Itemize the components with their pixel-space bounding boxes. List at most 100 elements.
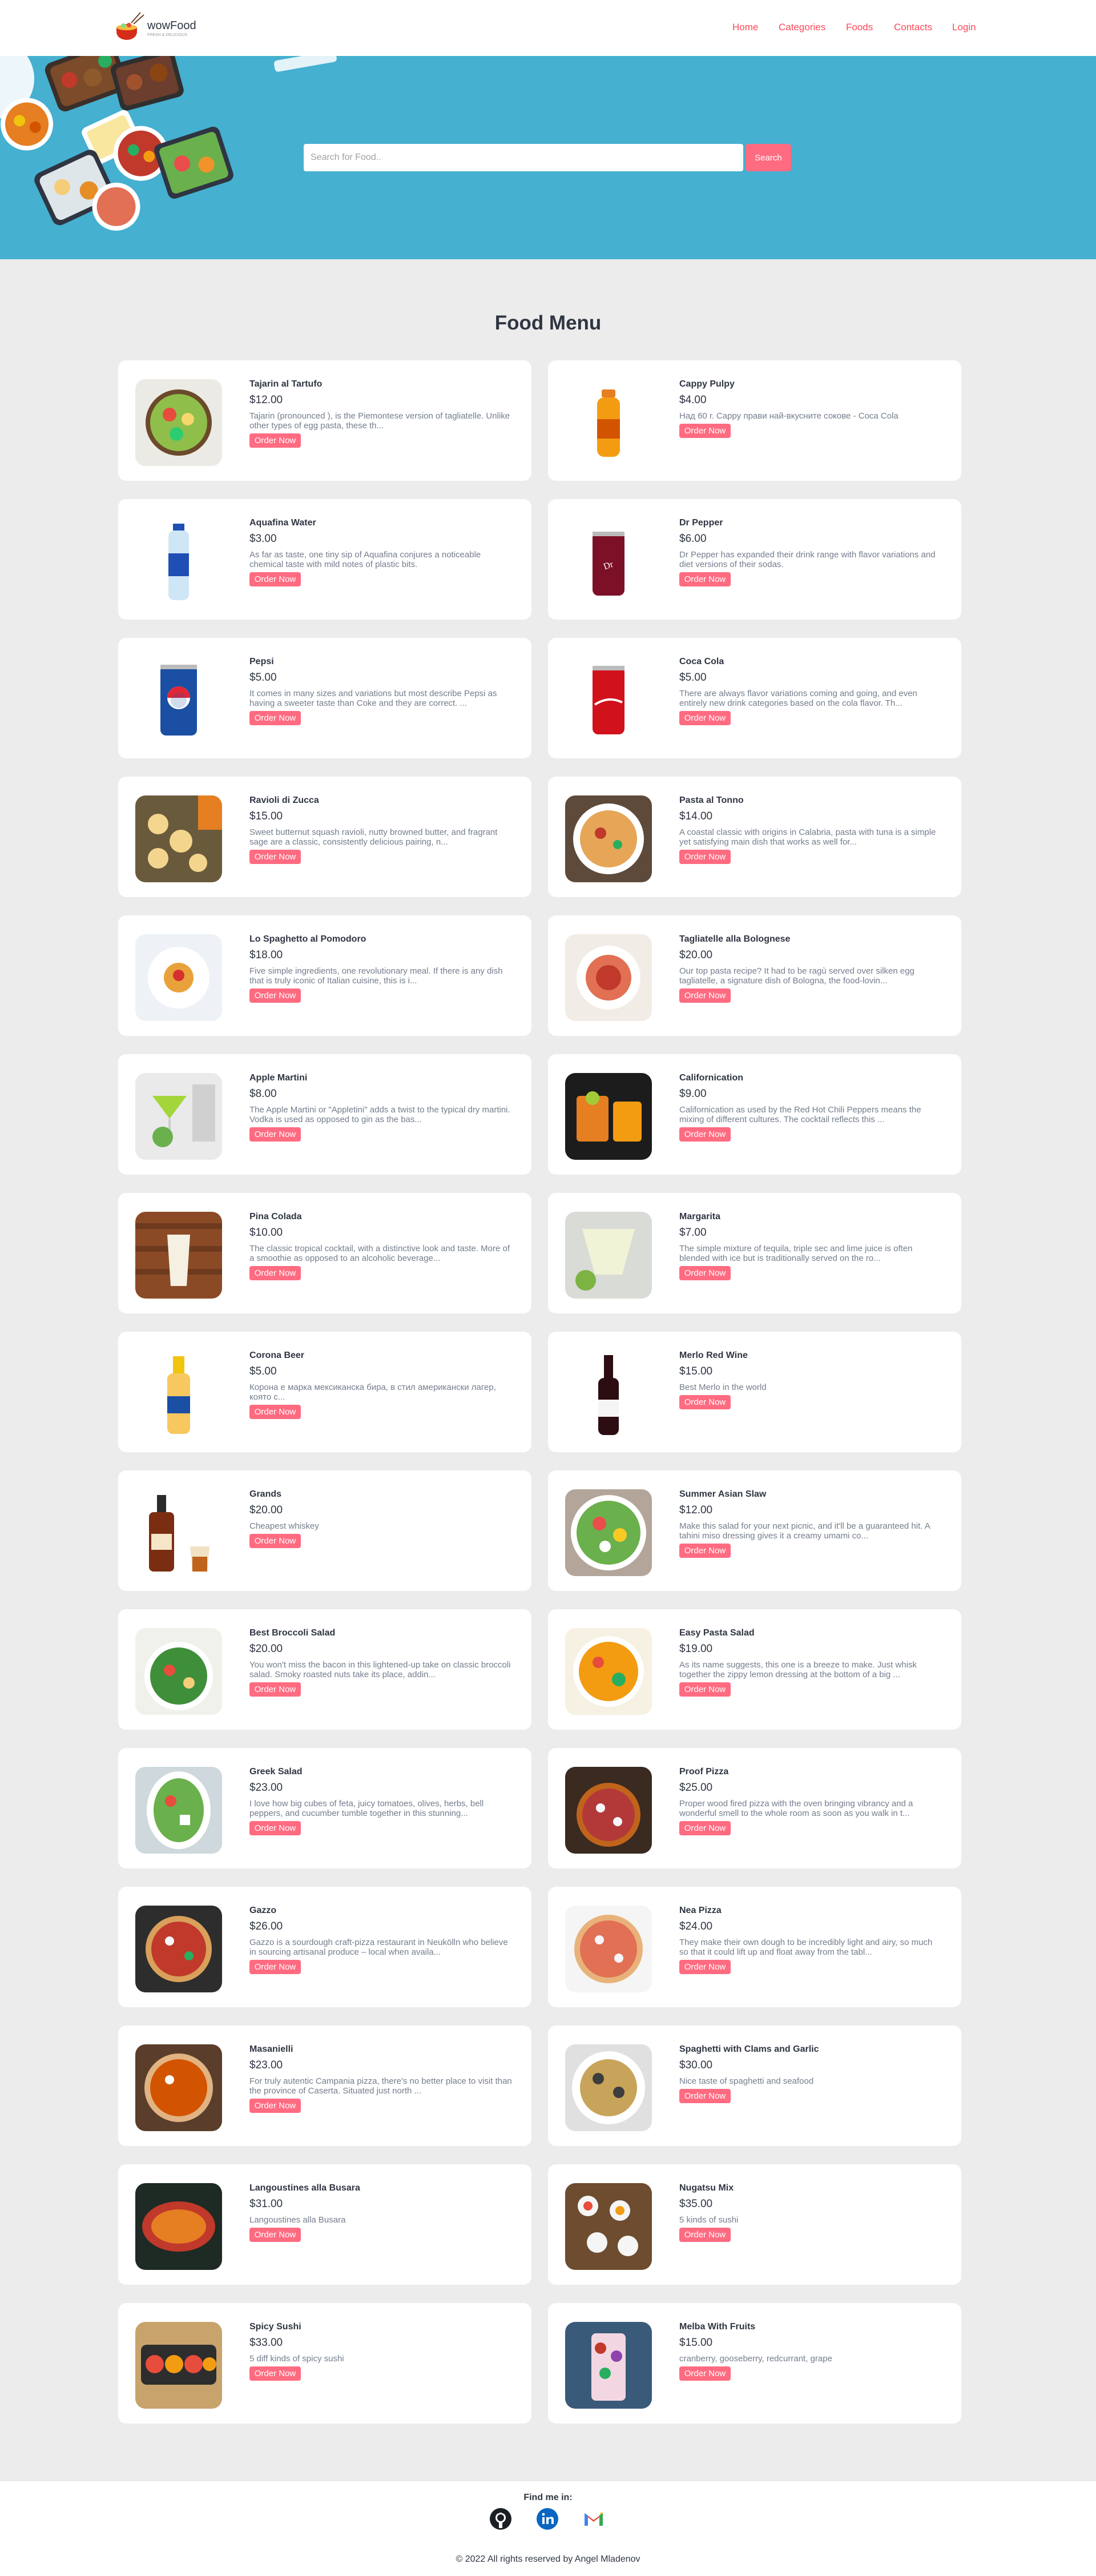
food-description: The simple mixture of tequila, triple se… xyxy=(679,1244,913,1263)
food-description: It comes in many sizes and variations bu… xyxy=(249,689,497,708)
order-now-button[interactable]: Order Now xyxy=(679,1395,731,1409)
food-name: Cappy Pulpy xyxy=(679,379,735,389)
order-now-button[interactable]: Order Now xyxy=(249,1682,301,1697)
food-name: Langoustines alla Busara xyxy=(249,2183,360,2193)
food-name: Margarita xyxy=(679,1212,721,1221)
food-description: The classic tropical cocktail, with a di… xyxy=(249,1244,510,1263)
food-price: $3.00 xyxy=(249,533,277,545)
github-icon[interactable] xyxy=(489,2507,512,2530)
order-now-button[interactable]: Order Now xyxy=(679,1960,731,1974)
order-now-button[interactable]: Order Now xyxy=(679,1821,731,1835)
order-now-button[interactable]: Order Now xyxy=(249,1534,301,1548)
food-name: Lo Spaghetto al Pomodoro xyxy=(249,934,366,944)
masanielli-pizza-image xyxy=(135,2044,222,2131)
food-price: $23.00 xyxy=(249,2059,283,2071)
order-now-button[interactable]: Order Now xyxy=(679,850,731,864)
food-name: Dr Pepper xyxy=(679,518,723,528)
nav-contacts[interactable]: Contacts xyxy=(894,22,932,33)
margarita-image xyxy=(565,1212,652,1299)
food-description: Make this salad for your next picnic, an… xyxy=(679,1521,930,1541)
order-now-button[interactable]: Order Now xyxy=(249,433,301,448)
food-name: Apple Martini xyxy=(249,1073,308,1083)
food-card: Nea Pizza $24.00 They make their own dough… xyxy=(548,1887,961,2007)
food-card: Californication $9.00 Californication as u… xyxy=(548,1054,961,1175)
orange-juice-bottle-image xyxy=(565,379,652,466)
salad-bowl-image xyxy=(135,379,222,466)
pina-colada-image xyxy=(135,1212,222,1299)
order-now-button[interactable]: Order Now xyxy=(679,1266,731,1280)
food-card: Tagliatelle alla Bolognese $20.00 Our top … xyxy=(548,915,961,1036)
order-now-button[interactable]: Order Now xyxy=(679,711,731,725)
order-now-button[interactable]: Order Now xyxy=(249,1266,301,1280)
food-price: $12.00 xyxy=(679,1504,713,1516)
gmail-icon[interactable] xyxy=(582,2507,605,2530)
gazzo-pizza-image xyxy=(135,1906,222,1992)
order-now-button[interactable]: Order Now xyxy=(679,1682,731,1697)
order-now-button[interactable]: Order Now xyxy=(679,424,731,438)
food-card: Spicy Sushi $33.00 5 diff kinds of spicy s… xyxy=(118,2303,531,2424)
food-card: Dr Dr Pepper $6.00 Dr Pepper has expanded t… xyxy=(548,499,961,620)
food-name: Aquafina Water xyxy=(249,518,316,528)
food-description: Gazzo is a sourdough craft-pizza restaur… xyxy=(249,1938,508,1957)
food-description: The Apple Martini or "Appletini" adds a … xyxy=(249,1105,510,1124)
red-wine-bottle-image xyxy=(565,1351,652,1437)
food-price: $24.00 xyxy=(679,1920,713,1932)
order-now-button[interactable]: Order Now xyxy=(249,850,301,864)
food-price: $5.00 xyxy=(249,1365,277,1377)
order-now-button[interactable]: Order Now xyxy=(249,572,301,586)
food-name: Gazzo xyxy=(249,1906,277,1915)
food-price: $35.00 xyxy=(679,2198,713,2210)
food-card: Masanielli $23.00 For truly autentic Campa… xyxy=(118,2026,531,2146)
order-now-button[interactable]: Order Now xyxy=(679,2366,731,2381)
food-containers-image xyxy=(0,56,337,231)
search-input[interactable] xyxy=(304,144,743,171)
corona-beer-image xyxy=(135,1351,222,1437)
broccoli-salad-image xyxy=(135,1628,222,1715)
nav-login[interactable]: Login xyxy=(952,22,976,33)
nav-foods[interactable]: Foods xyxy=(846,22,873,33)
menu-title: Food Menu xyxy=(494,312,602,334)
order-now-button[interactable]: Order Now xyxy=(679,1127,731,1142)
pepsi-can-image xyxy=(135,657,222,744)
order-now-button[interactable]: Order Now xyxy=(249,1960,301,1974)
proof-pizza-image xyxy=(565,1767,652,1854)
food-name: Spicy Sushi xyxy=(249,2322,301,2332)
food-name: Masanielli xyxy=(249,2044,293,2054)
search-button[interactable]: Search xyxy=(746,144,791,171)
brand-name: wowFood xyxy=(147,19,196,32)
order-now-button[interactable]: Order Now xyxy=(679,572,731,586)
order-now-button[interactable]: Order Now xyxy=(249,988,301,1003)
order-now-button[interactable]: Order Now xyxy=(249,711,301,725)
whiskey-bottle-image xyxy=(135,1489,222,1576)
food-name: Melba With Fruits xyxy=(679,2322,756,2332)
food-description: I love how big cubes of feta, juicy toma… xyxy=(249,1799,484,1818)
order-now-button[interactable]: Order Now xyxy=(679,2228,731,2242)
order-now-button[interactable]: Order Now xyxy=(249,2366,301,2381)
order-now-button[interactable]: Order Now xyxy=(679,1544,731,1558)
food-name: Tagliatelle alla Bolognese xyxy=(679,934,791,944)
food-card: Merlo Red Wine $15.00 Best Merlo in the wo… xyxy=(548,1332,961,1452)
greek-salad-image xyxy=(135,1767,222,1854)
food-card: Proof Pizza $25.00 Proper wood fired pizza… xyxy=(548,1748,961,1868)
nav-categories[interactable]: Categories xyxy=(779,22,825,33)
nav-home[interactable]: Home xyxy=(732,22,758,33)
order-now-button[interactable]: Order Now xyxy=(249,1821,301,1835)
food-price: $30.00 xyxy=(679,2059,713,2071)
order-now-button[interactable]: Order Now xyxy=(249,2099,301,2113)
food-description: As its name suggests, this one is a bree… xyxy=(679,1660,917,1679)
food-card: Margarita $7.00 The simple mixture of tequ… xyxy=(548,1193,961,1313)
logo[interactable] xyxy=(112,10,148,46)
food-card: Corona Beer $5.00 Корона е марка мексиканс… xyxy=(118,1332,531,1452)
food-description: They make their own dough to be incredib… xyxy=(679,1938,933,1957)
order-now-button[interactable]: Order Now xyxy=(249,2228,301,2242)
food-name: Corona Beer xyxy=(249,1351,305,1360)
food-description: Sweet butternut squash ravioli, nutty br… xyxy=(249,827,498,847)
order-now-button[interactable]: Order Now xyxy=(249,1405,301,1419)
footer: Find me in: © 2022 All rights reserved b… xyxy=(0,2481,1096,2576)
hero-banner: Search xyxy=(0,56,1096,259)
linkedin-icon[interactable] xyxy=(536,2507,559,2530)
order-now-button[interactable]: Order Now xyxy=(679,988,731,1003)
food-name: Merlo Red Wine xyxy=(679,1351,748,1360)
order-now-button[interactable]: Order Now xyxy=(249,1127,301,1142)
order-now-button[interactable]: Order Now xyxy=(679,2089,731,2103)
